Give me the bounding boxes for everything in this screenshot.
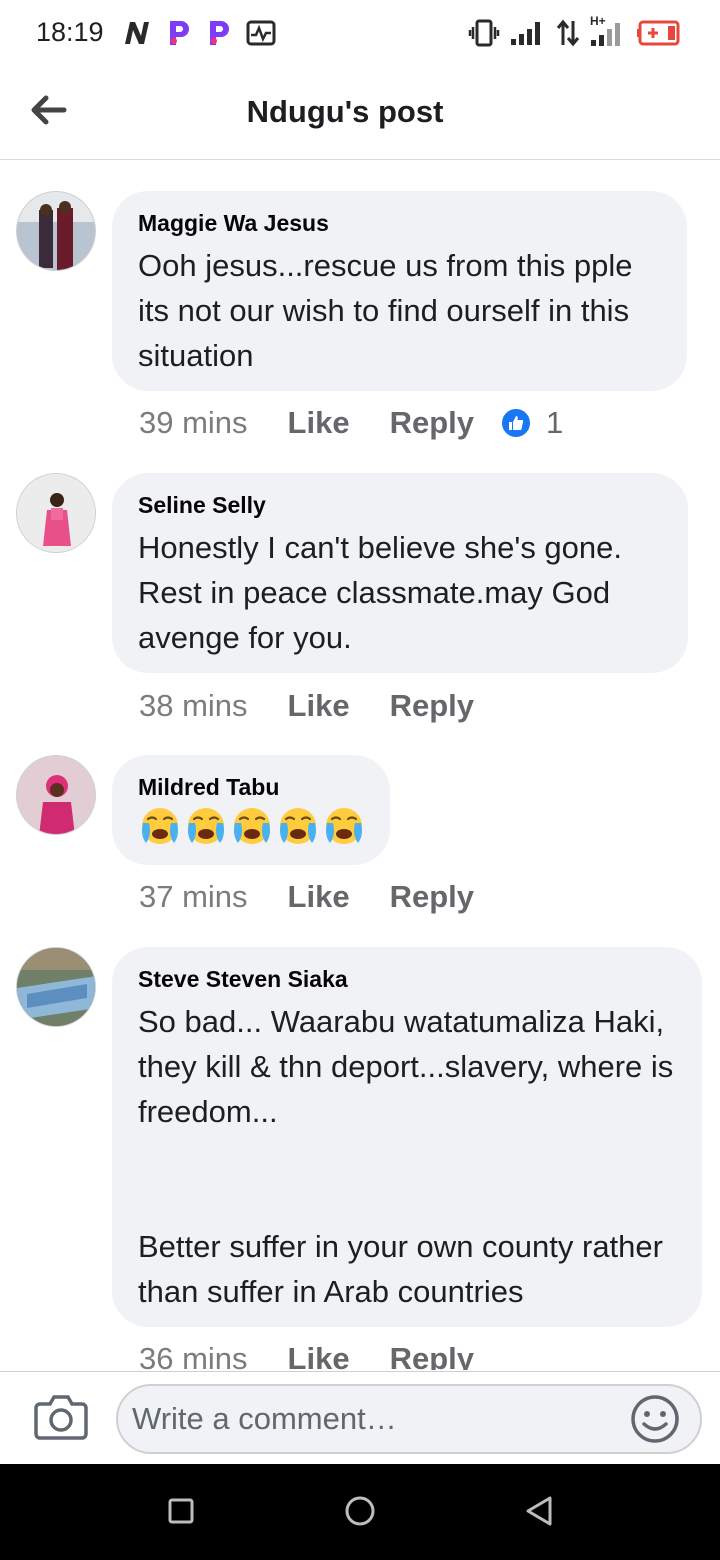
thumbs-up-icon [500, 407, 532, 439]
reaction-summary[interactable]: 1 [500, 405, 563, 441]
comment-time: 39 mins [139, 405, 248, 440]
comments-list[interactable]: Maggie Wa Jesus Ooh jesus...rescue us fr… [0, 161, 720, 1370]
recents-button[interactable] [162, 1492, 202, 1532]
avatar[interactable] [16, 755, 96, 835]
home-button[interactable] [340, 1492, 380, 1532]
smiley-icon [630, 1395, 680, 1448]
comment-text: Ooh jesus...rescue us from this pple its… [138, 248, 633, 373]
p-app-icon [206, 19, 232, 47]
square-recents-icon [162, 1498, 202, 1536]
crying-face-icon [322, 805, 366, 852]
reply-button[interactable]: Reply [390, 879, 474, 915]
data-arrows-icon [556, 19, 580, 47]
status-notification-icons [122, 18, 276, 48]
crying-face-icon [184, 805, 228, 852]
triangle-back-icon [518, 1496, 558, 1536]
comment-text: So bad... Waarabu watatumaliza Haki, the… [138, 1004, 674, 1309]
vibrate-icon [468, 19, 500, 47]
commenter-name[interactable]: Seline Selly [138, 491, 662, 519]
comment-time: 38 mins [139, 688, 248, 723]
crying-face-icon [276, 805, 320, 852]
comment-actions: 37 mins Like Reply [139, 879, 474, 915]
avatar[interactable] [16, 473, 96, 553]
comment-input[interactable] [116, 1384, 702, 1454]
status-system-icons: H+ [468, 14, 684, 48]
circle-home-icon [340, 1496, 380, 1536]
comment-bubble[interactable]: Seline Selly Honestly I can't believe sh… [112, 473, 688, 673]
comment-actions: 39 mins Like Reply 1 [139, 405, 563, 441]
commenter-name[interactable]: Maggie Wa Jesus [138, 209, 661, 237]
like-button[interactable]: Like [288, 879, 350, 915]
crying-face-icon [138, 805, 182, 852]
like-button[interactable]: Like [288, 1341, 350, 1370]
comment-composer [0, 1371, 720, 1464]
emoji-button[interactable] [630, 1394, 680, 1444]
reaction-count: 1 [546, 405, 564, 440]
comment-actions: 36 mins Like Reply [139, 1341, 474, 1370]
camera-icon [34, 1395, 88, 1444]
reply-button[interactable]: Reply [390, 688, 474, 724]
signal-icon [510, 19, 546, 47]
emoji-content [138, 807, 364, 849]
avatar[interactable] [16, 191, 96, 271]
system-navigation-bar [0, 1464, 720, 1560]
comment-bubble[interactable]: Maggie Wa Jesus Ooh jesus...rescue us fr… [112, 191, 687, 391]
page-title: Ndugu's post [246, 94, 444, 129]
like-button[interactable]: Like [288, 405, 350, 441]
camera-button[interactable] [34, 1392, 90, 1444]
post-header: Ndugu's post [0, 64, 720, 160]
p-app-icon [166, 19, 192, 47]
n-letter-icon [122, 20, 152, 46]
like-button[interactable]: Like [288, 688, 350, 724]
status-time: 18:19 [36, 17, 104, 47]
activity-icon [246, 20, 276, 46]
avatar[interactable] [16, 947, 96, 1027]
hplus-signal-icon: H+ [590, 14, 626, 48]
comment-bubble[interactable]: Mildred Tabu [112, 755, 390, 865]
reply-button[interactable]: Reply [390, 405, 474, 441]
reply-button[interactable]: Reply [390, 1341, 474, 1370]
comment-time: 36 mins [139, 1341, 248, 1370]
back-nav-button[interactable] [518, 1492, 558, 1532]
comment-actions: 38 mins Like Reply [139, 688, 474, 724]
crying-face-icon [230, 805, 274, 852]
comment-text: Honestly I can't believe she's gone. Res… [138, 530, 623, 655]
battery-charging-icon [636, 20, 684, 46]
status-bar: 18:19 H+ [0, 0, 720, 64]
comment-bubble[interactable]: Steve Steven Siaka So bad... Waarabu wat… [112, 947, 702, 1327]
comment-time: 37 mins [139, 879, 248, 914]
commenter-name[interactable]: Mildred Tabu [138, 773, 364, 801]
commenter-name[interactable]: Steve Steven Siaka [138, 965, 676, 993]
